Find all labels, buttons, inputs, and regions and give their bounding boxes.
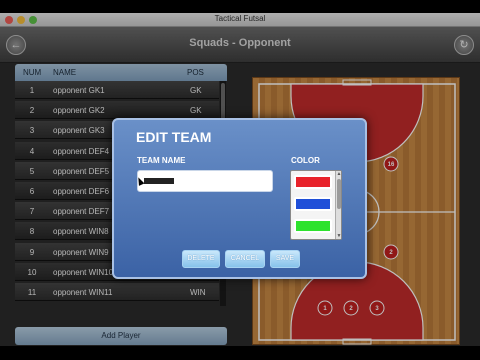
color-swatch[interactable] [294,175,332,189]
save-button[interactable]: SAVE [270,250,300,268]
color-swatch[interactable] [294,197,332,211]
scroll-down-icon[interactable]: ▼ [336,233,342,239]
cancel-button[interactable]: CANCEL [225,250,265,268]
team-name-label: TEAM NAME [137,156,186,165]
dialog-title: EDIT TEAM [136,129,212,145]
color-scrollbar-thumb[interactable] [337,179,341,209]
team-name-redacted-text [144,178,174,184]
edit-team-dialog: EDIT TEAM TEAM NAME COLOR ▲ ▼ DELETE CAN… [112,118,367,279]
scroll-up-icon[interactable]: ▲ [336,171,342,177]
color-label: COLOR [291,156,320,165]
color-swatch[interactable] [294,219,332,233]
color-scrollbar[interactable]: ▲ ▼ [335,171,341,239]
color-picker[interactable]: ▲ ▼ [290,170,342,240]
delete-button[interactable]: DELETE [182,250,220,268]
screen: Tactical Futsal ← Squads - Opponent ↻ NU… [0,0,480,360]
